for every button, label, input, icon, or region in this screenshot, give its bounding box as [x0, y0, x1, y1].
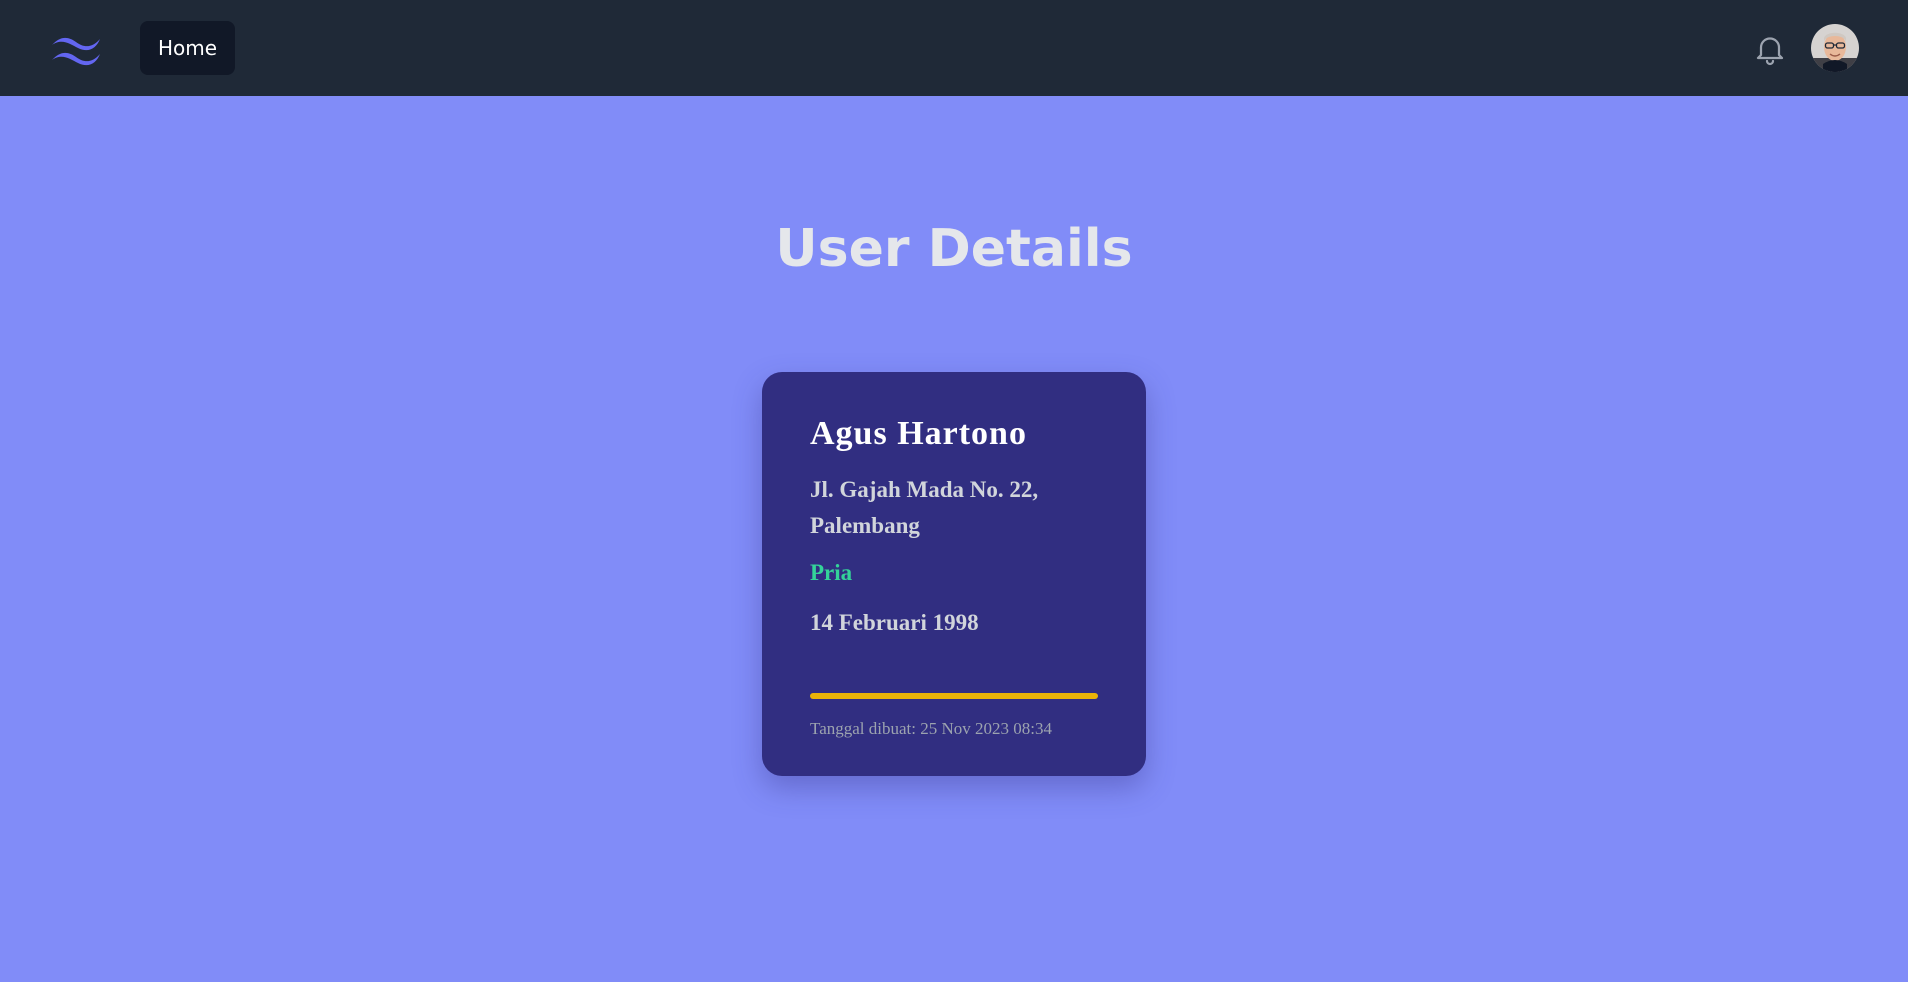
- user-birthdate: 14 Februari 1998: [810, 610, 979, 635]
- nav-home-link[interactable]: Home: [140, 21, 236, 75]
- avatar-image: [1811, 24, 1859, 72]
- card-divider: [810, 693, 1098, 699]
- created-at-text: Tanggal dibuat: 25 Nov 2023 08:34: [810, 719, 1052, 738]
- avatar[interactable]: [1811, 24, 1859, 72]
- bell-icon[interactable]: [1752, 31, 1788, 67]
- tailwind-logo-icon[interactable]: [48, 30, 104, 66]
- user-card: Agus Hartono Jl. Gajah Mada No. 22, Pale…: [762, 372, 1146, 776]
- navbar: Home: [0, 0, 1908, 96]
- user-gender: Pria: [810, 560, 853, 585]
- user-address: Jl. Gajah Mada No. 22, Palembang: [810, 477, 1039, 538]
- page-title: User Details: [775, 219, 1133, 279]
- user-name: Agus Hartono: [810, 415, 1027, 452]
